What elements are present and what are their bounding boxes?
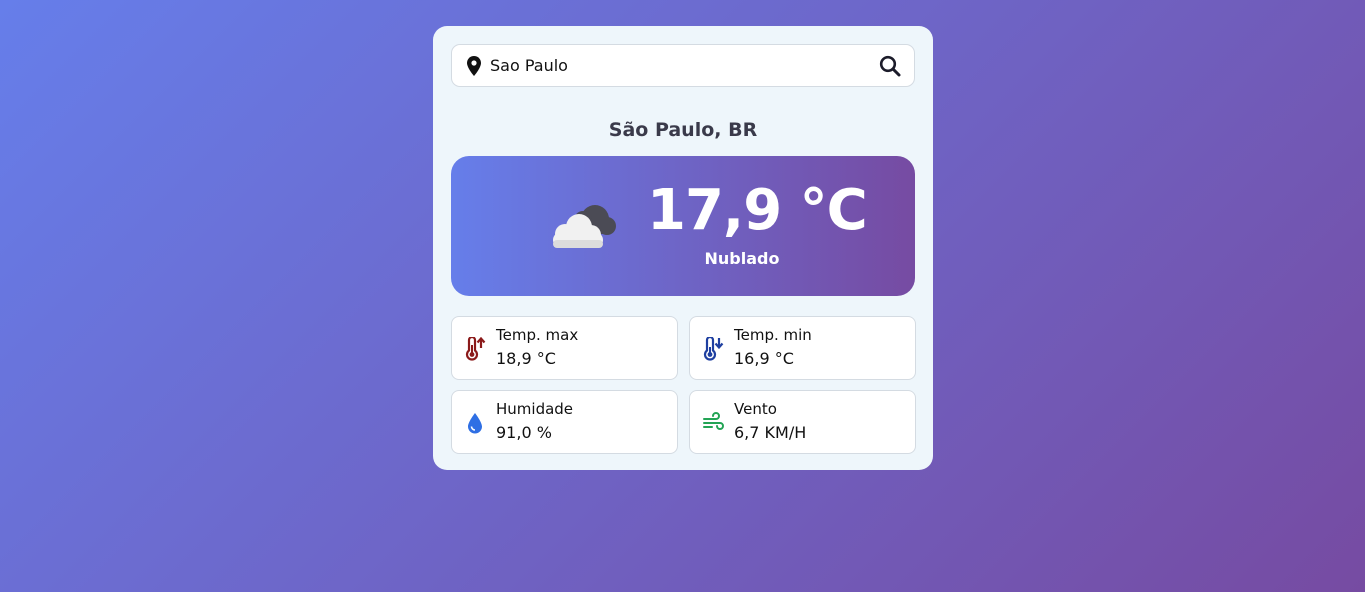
stat-wind: Vento 6,7 KM/H — [689, 390, 916, 454]
stat-value: 16,9 °C — [734, 349, 794, 368]
current-temperature: 17,9 °C — [647, 178, 868, 243]
wind-icon — [703, 412, 724, 430]
current-weather-panel: 17,9 °C Nublado — [451, 156, 915, 296]
city-search-input[interactable] — [490, 51, 870, 80]
droplet-icon — [468, 413, 482, 434]
cloudy-icon — [553, 205, 616, 248]
thermometer-up-icon — [465, 337, 486, 361]
search-icon[interactable] — [878, 54, 902, 78]
stat-temp-min: Temp. min 16,9 °C — [689, 316, 916, 380]
thermometer-down-icon — [703, 337, 724, 361]
stat-label: Temp. min — [734, 326, 812, 344]
map-pin-icon — [467, 56, 481, 76]
search-bar — [451, 44, 915, 87]
stat-label: Humidade — [496, 400, 574, 418]
stat-value: 91,0 % — [496, 423, 552, 442]
location-name: São Paulo, BR — [608, 119, 758, 141]
weather-condition: Nublado — [704, 249, 780, 268]
stat-label: Temp. max — [496, 326, 579, 344]
stat-humidity: Humidade 91,0 % — [451, 390, 678, 454]
weather-card: São Paulo, BR 17,9 °C Nublado Temp. max … — [433, 26, 933, 470]
stat-value: 6,7 KM/H — [734, 423, 807, 442]
stat-label: Vento — [734, 400, 777, 418]
stat-value: 18,9 °C — [496, 349, 556, 368]
stat-temp-max: Temp. max 18,9 °C — [451, 316, 678, 380]
